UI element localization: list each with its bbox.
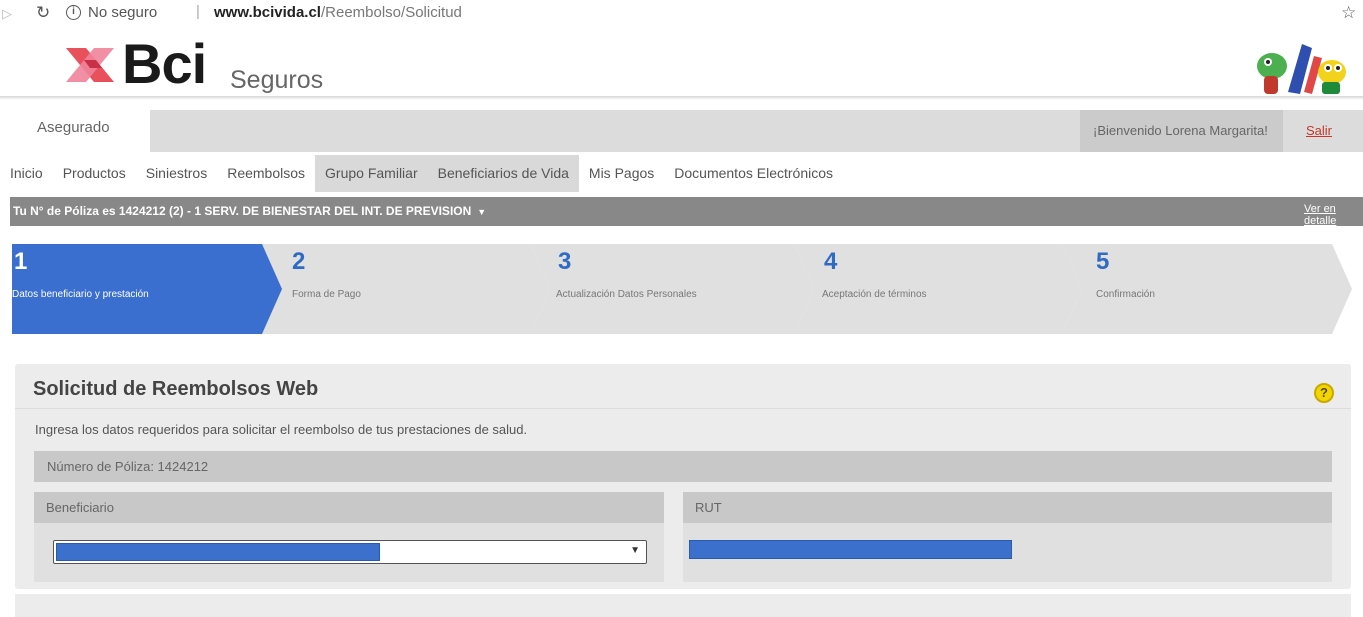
logo-text[interactable]: Bci: [122, 34, 207, 94]
logout-link[interactable]: Salir: [1306, 123, 1332, 138]
mascot-icon: [1257, 44, 1346, 94]
beneficiary-select[interactable]: ▼: [53, 540, 647, 564]
forward-icon[interactable]: ▷: [2, 6, 12, 22]
rut-field: RUT: [683, 492, 1332, 582]
policy-detail-link[interactable]: Ver en detalle: [1304, 203, 1363, 227]
nav-item-productos[interactable]: Productos: [53, 155, 136, 192]
next-section-panel: [15, 594, 1351, 617]
reload-icon[interactable]: ↻: [36, 3, 50, 23]
beneficiary-field: Beneficiario ▼: [34, 492, 664, 582]
welcome-message: ¡Bienvenido Lorena Margarita!: [1080, 110, 1283, 152]
header-divider: [0, 96, 1363, 100]
step-5-number: 5: [1096, 248, 1110, 275]
rut-label: RUT: [683, 492, 1332, 523]
step-1: 1 Datos beneficiario y prestación: [12, 244, 284, 334]
step-4-label: Aceptación de términos: [822, 289, 927, 300]
policy-text: Tu N° de Póliza es 1424212 (2) - 1 SERV.…: [13, 204, 472, 218]
url-separator: |: [196, 3, 200, 20]
nav-item-inicio[interactable]: Inicio: [0, 155, 53, 192]
policy-selector[interactable]: Tu N° de Póliza es 1424212 (2) - 1 SERV.…: [10, 197, 1363, 226]
form-intro-text: Ingresa los datos requeridos para solici…: [35, 422, 528, 437]
step-3-label: Actualización Datos Personales: [556, 289, 697, 300]
caret-down-icon[interactable]: ▼: [477, 207, 486, 217]
nav-item-grupo-familiar[interactable]: Grupo Familiar: [315, 155, 428, 192]
panel-divider: [15, 408, 1351, 409]
rut-value: [689, 540, 1012, 559]
step-5-label: Confirmación: [1096, 289, 1155, 300]
nav-item-siniestros[interactable]: Siniestros: [136, 155, 217, 192]
tab-asegurado[interactable]: Asegurado: [10, 110, 150, 152]
nav-item-documentos-electronicos[interactable]: Documentos Electrónicos: [664, 155, 843, 192]
bci-logo-icon[interactable]: [62, 44, 118, 86]
browser-bar: ▷ ↻ i No seguro | www.bcivida.cl/Reembol…: [0, 0, 1363, 30]
step-4: 4 Aceptación de términos: [794, 244, 1082, 334]
step-3-number: 3: [558, 248, 572, 275]
step-1-number: 1: [14, 248, 28, 275]
chevron-down-icon[interactable]: ▼: [630, 545, 640, 556]
url-host: www.bcivida.cl: [214, 4, 321, 21]
main-nav: Inicio Productos Siniestros Reembolsos G…: [0, 155, 843, 192]
nav-item-reembolsos[interactable]: Reembolsos: [217, 155, 315, 192]
help-icon[interactable]: ?: [1314, 383, 1334, 403]
step-2: 2 Forma de Pago: [262, 244, 550, 334]
step-4-number: 4: [824, 248, 838, 275]
site-header: Bci Seguros: [0, 30, 1363, 100]
step-1-label: Datos beneficiario y prestación: [12, 289, 149, 300]
nav-item-mis-pagos[interactable]: Mis Pagos: [579, 155, 664, 192]
beneficiary-selected-value: [56, 543, 380, 561]
bookmark-star-icon[interactable]: ☆: [1341, 3, 1356, 23]
nav-item-beneficiarios-de-vida[interactable]: Beneficiarios de Vida: [427, 155, 579, 192]
step-2-label: Forma de Pago: [292, 289, 361, 300]
address-bar[interactable]: www.bcivida.cl/Reembolso/Solicitud: [214, 4, 462, 21]
step-5: 5 Confirmación: [1062, 244, 1352, 334]
step-3: 3 Actualización Datos Personales: [530, 244, 814, 334]
page-title: Solicitud de Reembolsos Web: [33, 378, 319, 400]
security-label: No seguro: [88, 4, 158, 21]
policy-number-row: Número de Póliza: 1424212: [34, 451, 1332, 482]
wizard-steps: 1 Datos beneficiario y prestación 2 Form…: [0, 244, 1363, 334]
logo-subtitle: Seguros: [230, 66, 324, 94]
step-2-number: 2: [292, 248, 306, 275]
beneficiary-label: Beneficiario: [34, 492, 664, 523]
reimbursement-form-panel: Solicitud de Reembolsos Web ? Ingresa lo…: [15, 364, 1351, 589]
info-icon[interactable]: i: [66, 5, 81, 20]
url-path: /Reembolso/Solicitud: [320, 4, 462, 21]
